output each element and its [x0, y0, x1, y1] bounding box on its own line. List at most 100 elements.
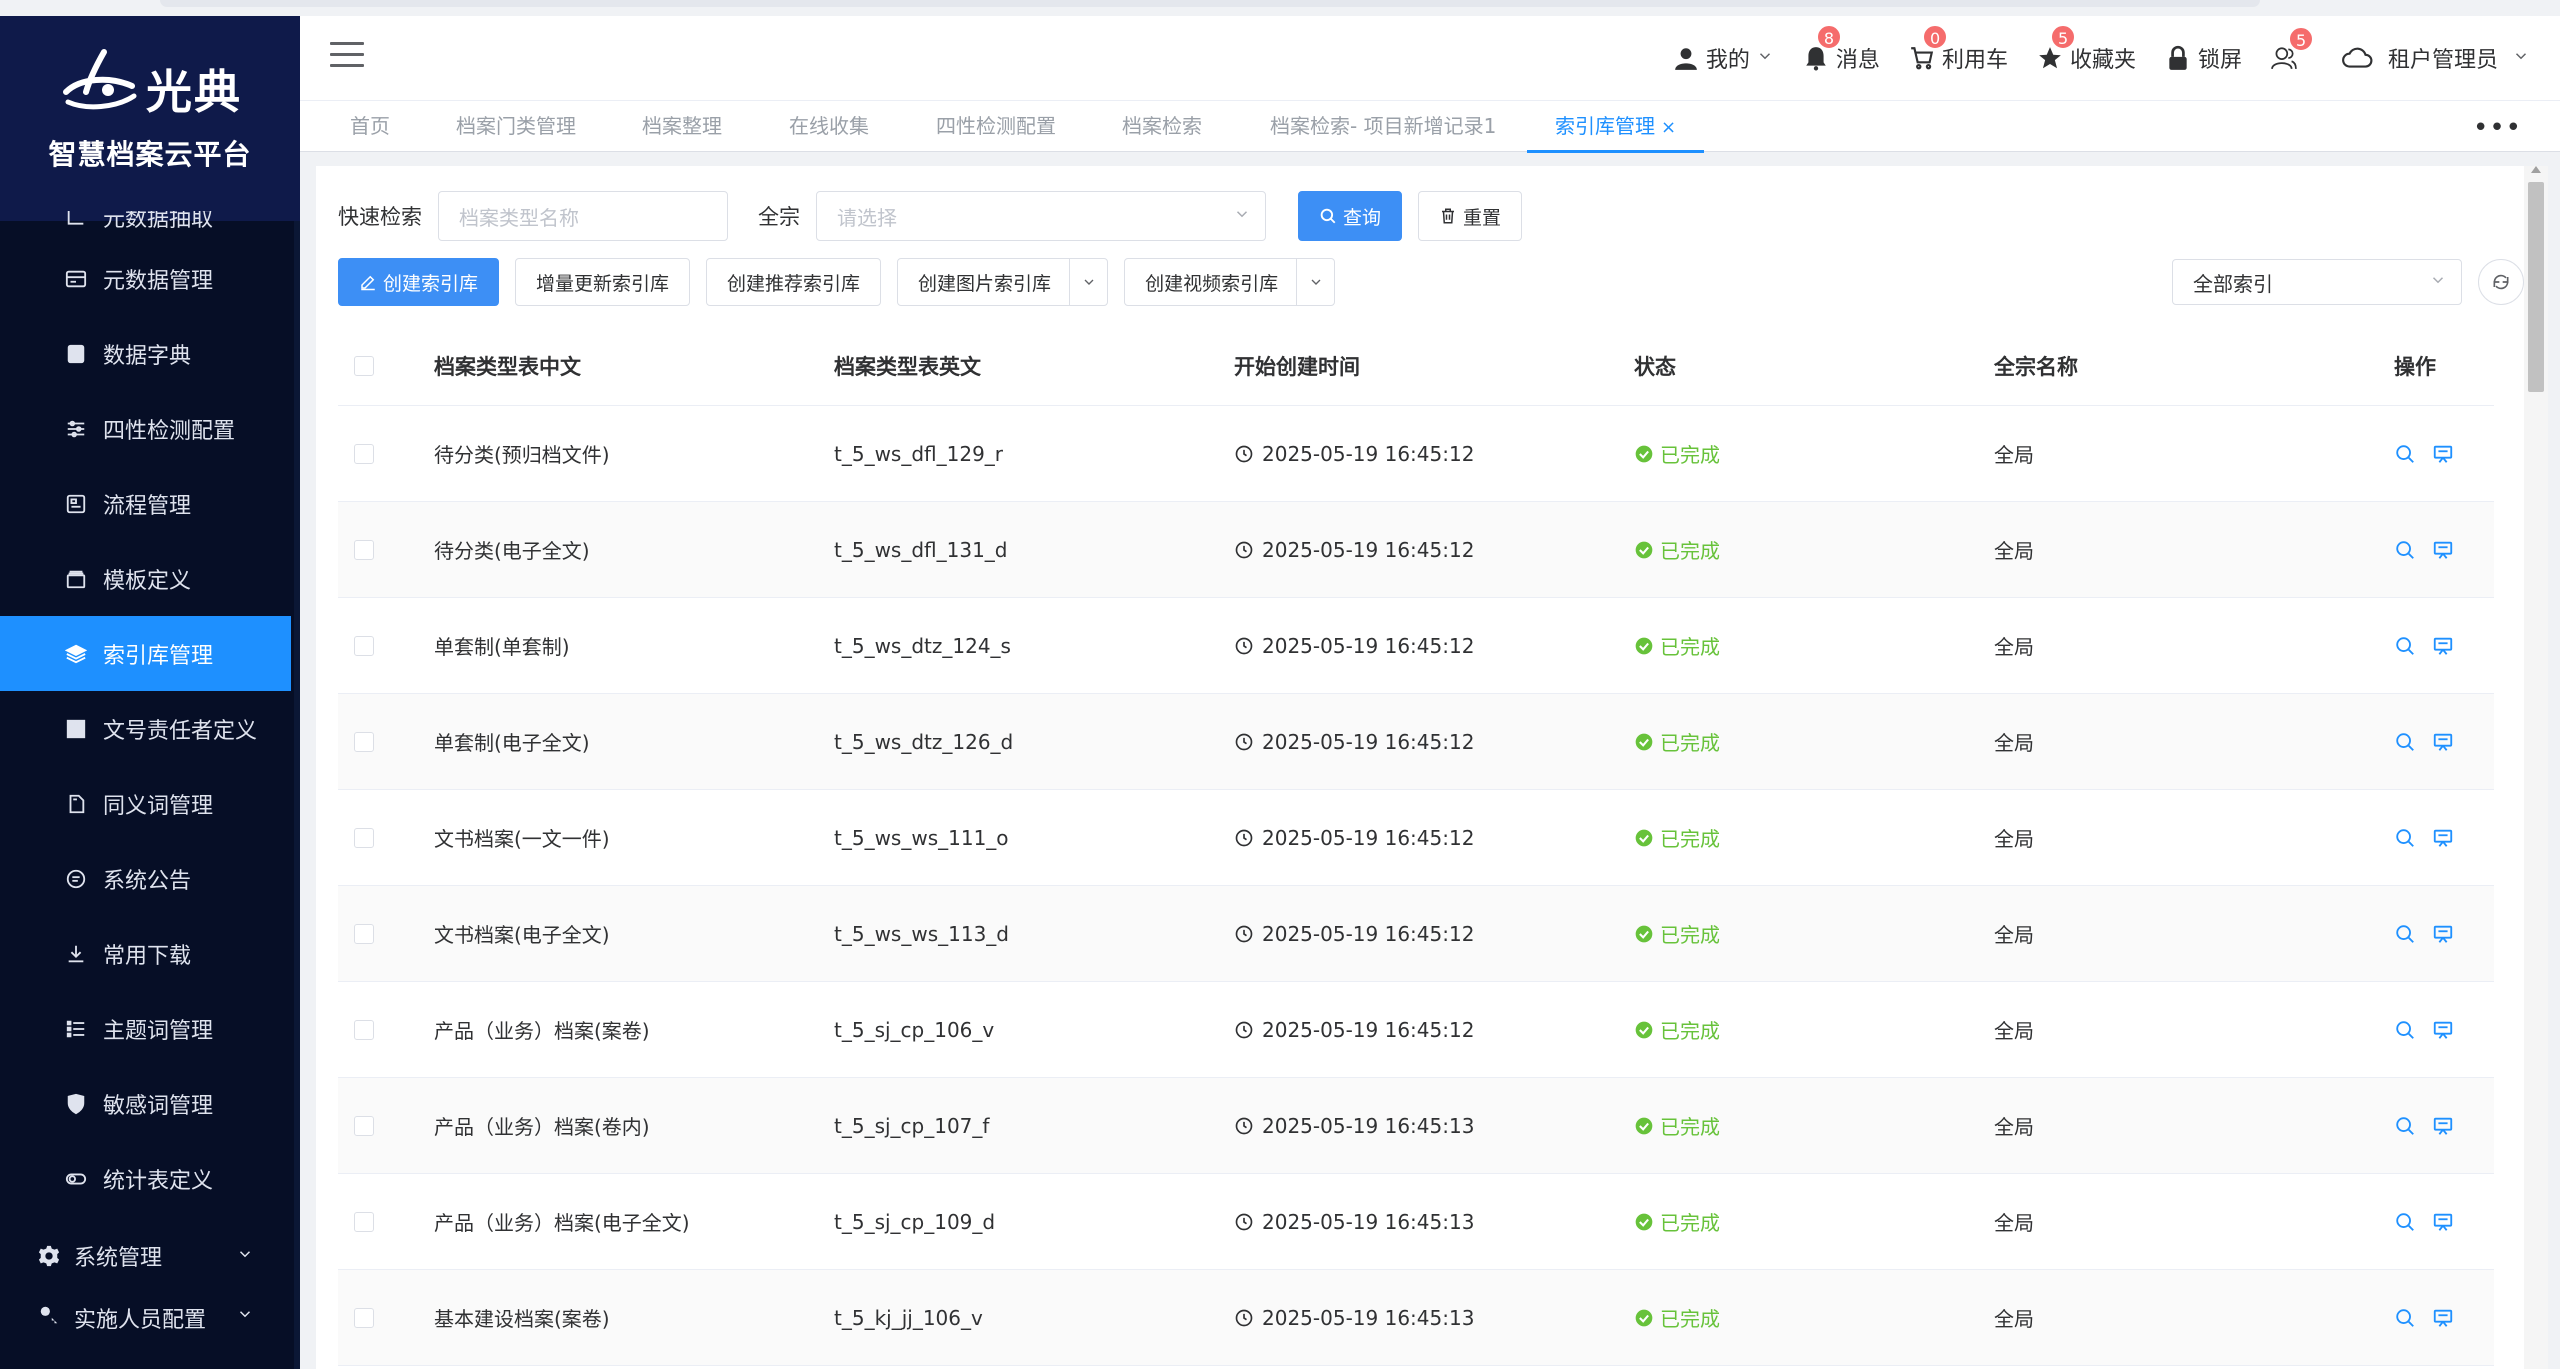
- row-checkbox[interactable]: [354, 635, 374, 656]
- user-menu[interactable]: 我的: [1672, 42, 1774, 74]
- tab-search[interactable]: 档案检索: [1122, 101, 1202, 153]
- lock-screen-button[interactable]: 锁屏: [2164, 42, 2242, 74]
- quick-search-input[interactable]: 档案类型名称: [438, 191, 728, 241]
- sidebar-item-flow[interactable]: 流程管理: [0, 466, 294, 541]
- table-row[interactable]: 文书档案(电子全文) t_5_ws_ws_113_d 2025-05-19 16…: [338, 886, 2494, 982]
- scope-select[interactable]: 请选择: [816, 191, 1266, 241]
- row-checkbox[interactable]: [354, 1019, 374, 1040]
- rebuild-icon[interactable]: [2432, 1307, 2454, 1329]
- row-checkbox[interactable]: [354, 443, 374, 464]
- rebuild-icon[interactable]: [2432, 635, 2454, 657]
- create-index-button[interactable]: 创建索引库: [338, 258, 500, 306]
- cell-status: 已完成: [1634, 1111, 1994, 1140]
- sidebar-item-index-library[interactable]: 索引库管理: [0, 616, 291, 691]
- tab-search-project[interactable]: 档案检索- 项目新增记录1: [1270, 101, 1496, 153]
- sidebar-item-template[interactable]: 模板定义: [0, 541, 294, 616]
- search-icon[interactable]: [2394, 1307, 2416, 1329]
- more-tabs-icon[interactable]: •••: [2473, 113, 2522, 143]
- scroll-up-icon[interactable]: [2531, 166, 2541, 173]
- search-icon[interactable]: [2394, 1115, 2416, 1137]
- row-checkbox[interactable]: [354, 923, 374, 944]
- row-checkbox[interactable]: [354, 539, 374, 560]
- table-row[interactable]: 产品（业务）档案(案卷) t_5_sj_cp_106_v 2025-05-19 …: [338, 982, 2494, 1078]
- row-checkbox[interactable]: [354, 827, 374, 848]
- sidebar-item-statistics[interactable]: 统计表定义: [0, 1141, 294, 1216]
- sidebar-item-label: 模板定义: [103, 568, 192, 594]
- create-image-index-button[interactable]: 创建图片索引库: [897, 258, 1109, 306]
- tab-collect[interactable]: 在线收集: [789, 101, 869, 153]
- sidebar-item-subject-terms[interactable]: 主题词管理: [0, 991, 294, 1066]
- menu-toggle-icon[interactable]: [330, 42, 364, 72]
- sidebar-item-sensitive-terms[interactable]: 敏感词管理: [0, 1066, 294, 1141]
- sidebar-item-doc-number[interactable]: 文号责任者定义: [0, 691, 294, 766]
- row-checkbox-cell: [338, 923, 434, 944]
- index-filter-select[interactable]: 全部索引: [2172, 259, 2462, 305]
- row-checkbox[interactable]: [354, 1211, 374, 1232]
- sidebar-item-synonym[interactable]: 同义词管理: [0, 766, 294, 841]
- tab-home[interactable]: 首页: [350, 101, 390, 153]
- search-icon[interactable]: [2394, 635, 2416, 657]
- sidebar-item-four-checks[interactable]: 四性检测配置: [0, 391, 294, 466]
- row-checkbox[interactable]: [354, 1115, 374, 1136]
- refresh-button[interactable]: [2478, 259, 2524, 305]
- rebuild-icon[interactable]: [2432, 443, 2454, 465]
- search-icon[interactable]: [2394, 539, 2416, 561]
- create-video-index-button[interactable]: 创建视频索引库: [1124, 258, 1336, 306]
- box-icon: [63, 566, 89, 592]
- rebuild-icon[interactable]: [2432, 1115, 2454, 1137]
- rebuild-icon[interactable]: [2432, 923, 2454, 945]
- sidebar-item-announcement[interactable]: 系统公告: [0, 841, 294, 916]
- row-checkbox[interactable]: [354, 1307, 374, 1328]
- page-scrollbar[interactable]: [2524, 166, 2548, 1369]
- check-circle-icon: [1634, 1212, 1654, 1232]
- select-all-checkbox[interactable]: [354, 355, 374, 376]
- search-icon[interactable]: [2394, 1211, 2416, 1233]
- sidebar-item-metadata-extract[interactable]: 元数据抽取: [0, 211, 294, 241]
- sidebar-item-metadata[interactable]: 元数据管理: [0, 241, 294, 316]
- table-row[interactable]: 基本建设档案(案卷) t_5_kj_jj_106_v 2025-05-19 16…: [338, 1270, 2494, 1366]
- tab-category[interactable]: 档案门类管理: [456, 101, 576, 153]
- rebuild-icon[interactable]: [2432, 731, 2454, 753]
- table-row[interactable]: 单套制(单套制) t_5_ws_dtz_124_s 2025-05-19 16:…: [338, 598, 2494, 694]
- messages-button[interactable]: 8 消息: [1802, 24, 1880, 74]
- incremental-update-button[interactable]: 增量更新索引库: [515, 258, 691, 306]
- search-icon[interactable]: [2394, 731, 2416, 753]
- sidebar-group-implementers[interactable]: 实施人员配置: [0, 1296, 294, 1336]
- reset-button[interactable]: 重置: [1418, 191, 1523, 241]
- search-icon[interactable]: [2394, 443, 2416, 465]
- cart-button[interactable]: 0 利用车: [1908, 24, 2008, 74]
- search-icon[interactable]: [2394, 923, 2416, 945]
- tab-index-library[interactable]: 索引库管理 ×: [1527, 101, 1705, 153]
- sidebar-item-downloads[interactable]: 常用下载: [0, 916, 294, 991]
- cell-created-time: 2025-05-19 16:45:13: [1234, 1306, 1634, 1330]
- table-row[interactable]: 待分类(预归档文件) t_5_ws_dfl_129_r 2025-05-19 1…: [338, 406, 2494, 502]
- row-checkbox[interactable]: [354, 731, 374, 752]
- table-row[interactable]: 待分类(电子全文) t_5_ws_dfl_131_d 2025-05-19 16…: [338, 502, 2494, 598]
- tab-arrange[interactable]: 档案整理: [642, 101, 722, 153]
- table-row[interactable]: 文书档案(一文一件) t_5_ws_ws_111_o 2025-05-19 16…: [338, 790, 2494, 886]
- rebuild-icon[interactable]: [2432, 539, 2454, 561]
- table-tools: 全部索引: [2172, 258, 2524, 306]
- favorites-button[interactable]: 5 收藏夹: [2036, 24, 2136, 74]
- sidebar-group-system[interactable]: 系统管理: [0, 1216, 294, 1296]
- query-button[interactable]: 查询: [1298, 191, 1403, 241]
- search-icon[interactable]: [2394, 1019, 2416, 1041]
- clock-icon: [1234, 732, 1254, 752]
- sidebar-item-dictionary[interactable]: 数据字典: [0, 316, 294, 391]
- chevron-down-icon[interactable]: [1069, 258, 1107, 306]
- rebuild-icon[interactable]: [2432, 827, 2454, 849]
- create-recommend-index-button[interactable]: 创建推荐索引库: [706, 258, 882, 306]
- cell-actions: [2394, 539, 2494, 561]
- search-icon[interactable]: [2394, 827, 2416, 849]
- table-row[interactable]: 单套制(电子全文) t_5_ws_dtz_126_d 2025-05-19 16…: [338, 694, 2494, 790]
- tab-four-checks[interactable]: 四性检测配置: [936, 101, 1056, 153]
- tab-close-icon[interactable]: ×: [1661, 117, 1676, 138]
- scrollbar-thumb[interactable]: [2528, 182, 2544, 392]
- chevron-down-icon[interactable]: [1296, 258, 1334, 306]
- table-row[interactable]: 产品（业务）档案(电子全文) t_5_sj_cp_109_d 2025-05-1…: [338, 1174, 2494, 1270]
- tenant-menu[interactable]: 租户管理员: [2340, 42, 2530, 74]
- table-row[interactable]: 产品（业务）档案(卷内) t_5_sj_cp_107_f 2025-05-19 …: [338, 1078, 2494, 1174]
- rebuild-icon[interactable]: [2432, 1211, 2454, 1233]
- users-button[interactable]: 5: [2270, 26, 2315, 72]
- rebuild-icon[interactable]: [2432, 1019, 2454, 1041]
